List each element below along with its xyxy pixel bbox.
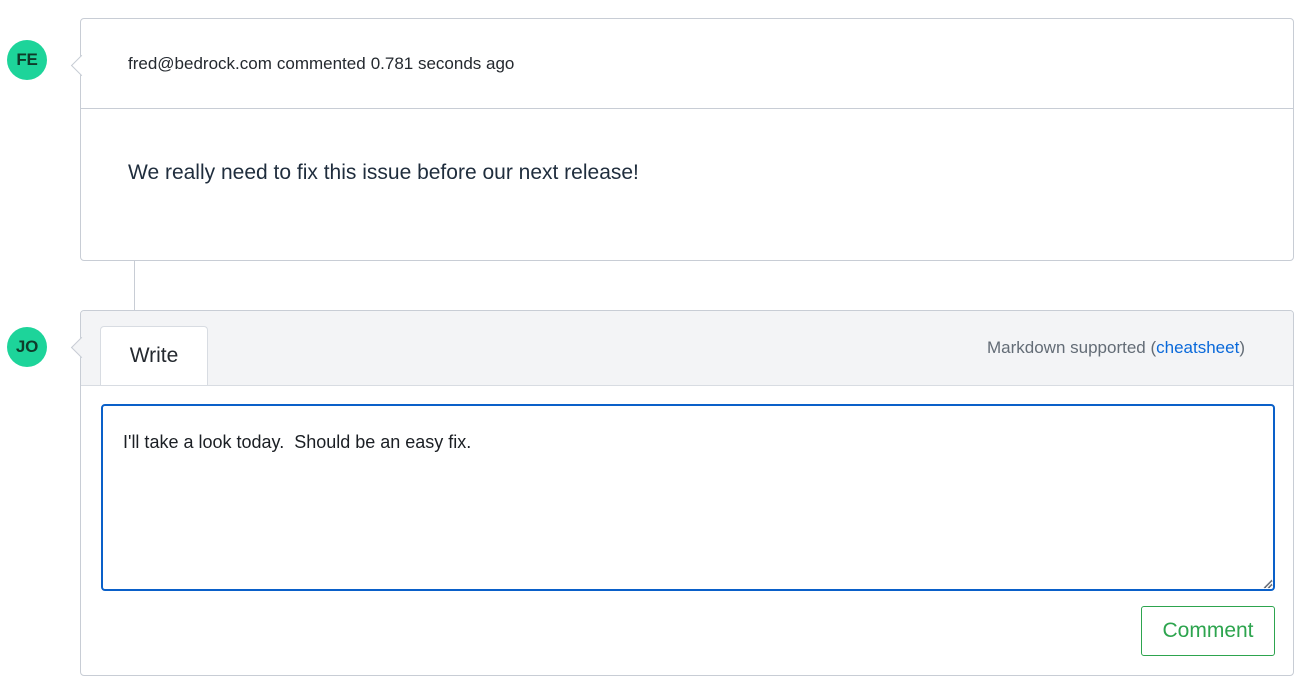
cheatsheet-link[interactable]: cheatsheet — [1156, 338, 1239, 357]
markdown-hint-prefix: Markdown supported ( — [987, 338, 1157, 357]
comment-card: fred@bedrock.com commented 0.781 seconds… — [80, 18, 1294, 261]
markdown-hint-suffix: ) — [1239, 338, 1245, 357]
issue-comments-thread: FE fred@bedrock.com commented 0.781 seco… — [0, 0, 1299, 682]
comment-author: fred@bedrock.com — [128, 53, 272, 73]
comment-submit-button[interactable]: Comment — [1141, 606, 1275, 656]
comment-textarea[interactable] — [101, 404, 1275, 591]
timeline-connector — [134, 261, 135, 311]
comment-header: fred@bedrock.com commented 0.781 seconds… — [81, 19, 1293, 109]
comment-action: commented — [276, 53, 366, 73]
markdown-hint: Markdown supported (cheatsheet) — [987, 338, 1245, 358]
comment-timestamp: 0.781 seconds ago — [370, 53, 515, 73]
avatar: FE — [7, 40, 47, 80]
comment-body: We really need to fix this issue before … — [128, 161, 639, 184]
comment-composer: Write Markdown supported (cheatsheet) Co… — [80, 310, 1294, 676]
avatar: JO — [7, 327, 47, 367]
composer-tab-bar: Write Markdown supported (cheatsheet) — [81, 311, 1293, 386]
resize-handle-icon[interactable] — [1263, 579, 1273, 589]
tab-write[interactable]: Write — [100, 326, 208, 385]
